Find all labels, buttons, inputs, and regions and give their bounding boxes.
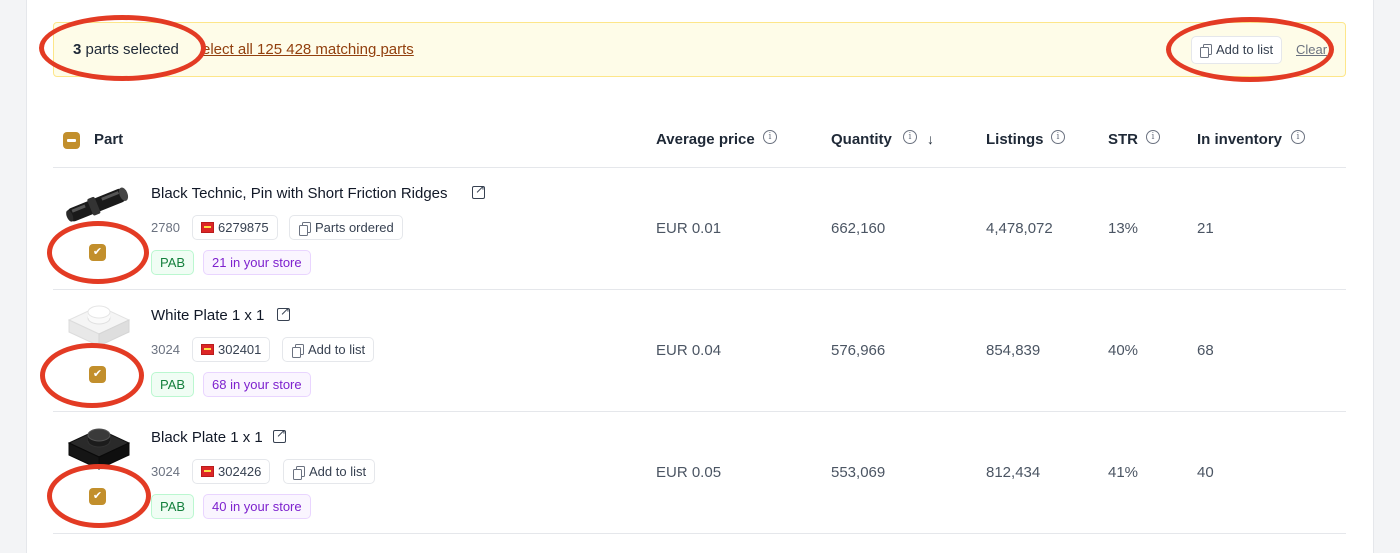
element-id: 302426 [218, 464, 262, 479]
quantity: 553,069 [831, 464, 886, 481]
header-quantity[interactable]: Quantity [831, 131, 892, 148]
header-str[interactable]: STR [1108, 131, 1138, 148]
copy-icon [1200, 44, 1212, 58]
part-name[interactable]: Black Plate 1 x 1 [151, 429, 263, 446]
inventory-count: 40 [1197, 464, 1214, 481]
clear-selection-link[interactable]: Clear [1296, 42, 1328, 57]
selected-count-label: 3 parts selected [73, 41, 179, 58]
external-link-icon[interactable] [273, 426, 286, 443]
row-checkbox[interactable]: ✔ [89, 366, 106, 383]
info-icon[interactable]: i [1146, 130, 1160, 144]
pab-badge: PAB [151, 250, 195, 275]
header-listings[interactable]: Listings [986, 131, 1044, 148]
lego-brick-icon [201, 344, 214, 355]
part-number: 3024 [151, 464, 180, 479]
copy-icon [299, 222, 311, 236]
select-all-checkbox[interactable] [63, 132, 80, 149]
add-to-list-chip[interactable]: Add to list [282, 337, 375, 362]
add-to-list-label: Add to list [1216, 42, 1274, 57]
info-icon[interactable]: i [903, 130, 917, 144]
element-id-chip: 6279875 [192, 215, 278, 240]
list-action-label: Parts ordered [315, 220, 394, 235]
copy-icon [293, 466, 305, 480]
row-checkbox[interactable]: ✔ [89, 488, 106, 505]
part-name[interactable]: Black Technic, Pin with Short Friction R… [151, 185, 448, 202]
quantity: 576,966 [831, 342, 886, 359]
list-action-label: Add to list [309, 464, 367, 479]
store-stock-badge: 21 in your store [203, 250, 311, 275]
part-image-black-plate [67, 428, 131, 470]
row-divider [53, 411, 1346, 412]
part-number: 2780 [151, 220, 180, 235]
parts-ordered-chip[interactable]: Parts ordered [289, 215, 403, 240]
copy-icon [292, 344, 304, 358]
pab-badge: PAB [151, 372, 195, 397]
store-stock-badge: 68 in your store [203, 372, 311, 397]
element-id: 6279875 [218, 220, 269, 235]
element-id-chip: 302426 [192, 459, 271, 484]
average-price: EUR 0.01 [656, 220, 722, 237]
part-image-technic-pin [66, 187, 129, 222]
str-value: 40% [1108, 342, 1139, 359]
part-name[interactable]: White Plate 1 x 1 [151, 307, 264, 324]
row-checkbox[interactable]: ✔ [89, 244, 106, 261]
part-number: 3024 [151, 342, 180, 357]
quantity: 662,160 [831, 220, 886, 237]
inventory-count: 21 [1197, 220, 1214, 237]
header-in-inventory[interactable]: In inventory [1197, 131, 1282, 148]
pab-badge: PAB [151, 494, 195, 519]
add-to-list-button[interactable]: Add to list [1191, 36, 1283, 64]
str-value: 41% [1108, 464, 1139, 481]
store-stock-badge: 40 in your store [203, 494, 311, 519]
listings: 4,478,072 [986, 220, 1053, 237]
info-icon[interactable]: i [1291, 130, 1305, 144]
header-part[interactable]: Part [94, 131, 123, 148]
selected-count-suffix: parts selected [81, 41, 179, 58]
info-icon[interactable]: i [763, 130, 777, 144]
info-icon[interactable]: i [1051, 130, 1065, 144]
external-link-icon[interactable] [277, 304, 290, 321]
external-link-icon[interactable] [472, 182, 485, 199]
lego-brick-icon [201, 222, 214, 233]
row-divider [53, 289, 1346, 290]
str-value: 13% [1108, 220, 1139, 237]
element-id: 302401 [218, 342, 262, 357]
listings: 812,434 [986, 464, 1041, 481]
header-average-price[interactable]: Average price [656, 131, 755, 148]
inventory-count: 68 [1197, 342, 1214, 359]
add-to-list-chip[interactable]: Add to list [283, 459, 376, 484]
listings: 854,839 [986, 342, 1041, 359]
lego-brick-icon [201, 466, 214, 477]
element-id-chip: 302401 [192, 337, 271, 362]
average-price: EUR 0.05 [656, 464, 722, 481]
part-image-white-plate [67, 305, 131, 347]
row-divider [53, 533, 1346, 534]
sort-descending-icon[interactable]: ↓ [927, 131, 934, 147]
average-price: EUR 0.04 [656, 342, 722, 359]
list-action-label: Add to list [308, 342, 366, 357]
select-all-matching-link[interactable]: elect all 125 428 matching parts [202, 41, 414, 58]
